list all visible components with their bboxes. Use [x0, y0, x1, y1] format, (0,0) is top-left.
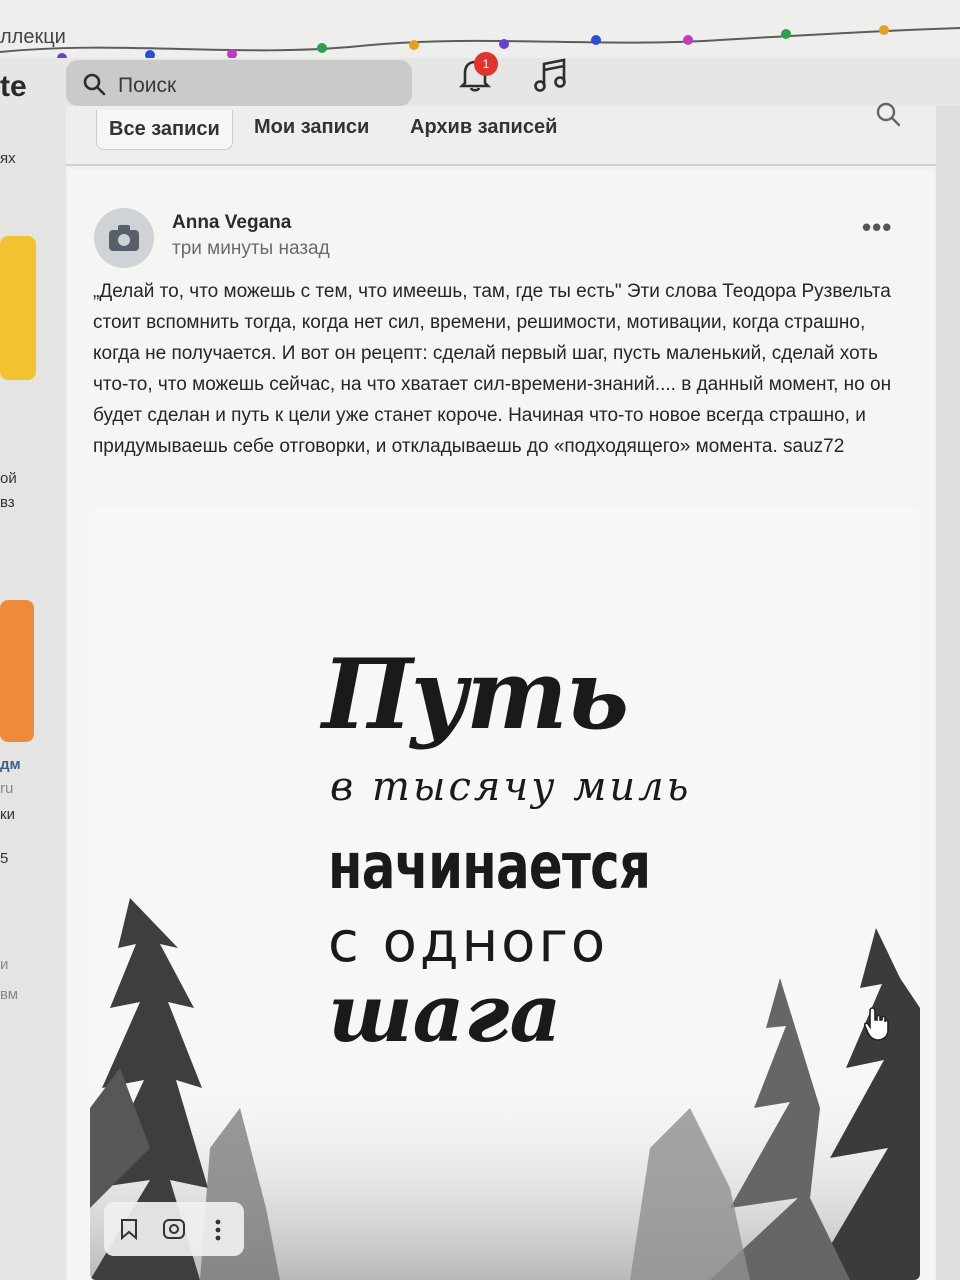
camera-icon — [109, 225, 139, 251]
quote-line: шага — [328, 966, 562, 1060]
sidebar-text-fragment: вм — [0, 986, 19, 1003]
search-input[interactable]: Поиск — [66, 60, 412, 106]
search-icon — [83, 73, 106, 96]
quote-text: Путь в тысячу миль начинается с одного ш… — [90, 508, 920, 1280]
notification-badge: 1 — [474, 52, 498, 76]
more-icon[interactable]: ••• — [862, 212, 892, 243]
hand-cursor-icon — [864, 1007, 889, 1041]
post-filter-tabs: Все записи Мои записи Архив записей — [66, 106, 936, 166]
sidebar-text-fragment: ой — [0, 470, 17, 487]
sidebar-text-fragment: ru — [0, 780, 14, 797]
search-icon[interactable] — [874, 102, 902, 130]
sidebar-text-fragment: вз — [0, 494, 15, 511]
bookmark-icon[interactable] — [120, 1218, 138, 1240]
avatar[interactable] — [94, 208, 154, 268]
sidebar-text-fragment: ях — [0, 150, 16, 167]
lens-icon[interactable] — [162, 1218, 186, 1240]
post-text: „Делай то, что можешь с тем, что имеешь,… — [93, 281, 892, 457]
sidebar-promo-card[interactable] — [0, 600, 34, 742]
sidebar-text-fragment: и — [0, 956, 9, 973]
tab-my-posts[interactable]: Мои записи — [254, 116, 369, 139]
quote-line: начинается — [328, 830, 651, 904]
search-placeholder: Поиск — [118, 74, 177, 97]
site-logo[interactable]: te — [0, 70, 27, 104]
quote-line: Путь — [322, 638, 629, 751]
sidebar-text-fragment[interactable]: дм — [0, 756, 21, 773]
quote-line: в тысячу миль — [330, 764, 692, 810]
sidebar-text-fragment: ки — [0, 806, 15, 823]
kebab-icon[interactable] — [214, 1218, 222, 1242]
tab-all-posts[interactable]: Все записи — [96, 110, 233, 150]
sidebar-promo-card[interactable] — [0, 236, 36, 380]
post-image[interactable]: Путь в тысячу миль начинается с одного ш… — [90, 508, 920, 1280]
post-author[interactable]: Anna Vegana — [172, 212, 291, 234]
sidebar-text-fragment: 5 — [0, 850, 9, 867]
browser-bookmarks-bar: ллекци — [0, 0, 960, 60]
christmas-garland-decoration — [0, 25, 960, 60]
tab-archive[interactable]: Архив записей — [410, 116, 557, 139]
post-timestamp[interactable]: три минуты назад — [172, 238, 330, 260]
image-toolbar — [104, 1202, 244, 1256]
music-icon[interactable] — [530, 56, 570, 96]
